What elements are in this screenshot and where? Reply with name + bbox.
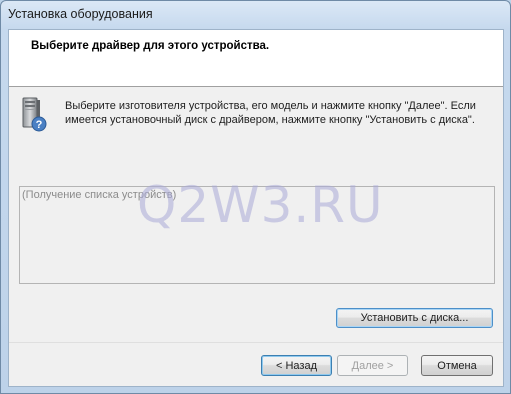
instruction-line-1: Выберите изготовителя устройства, его мо… <box>65 100 476 112</box>
page-title: Выберите драйвер для этого устройства. <box>31 40 270 52</box>
title-bar[interactable]: Установка оборудования <box>1 1 510 28</box>
svg-text:?: ? <box>36 119 43 131</box>
have-disk-button[interactable]: Установить с диска... <box>336 308 493 328</box>
instruction-line-2: имеется установочный диск с драйвером, н… <box>65 114 475 126</box>
next-button[interactable]: Далее > <box>337 355 408 376</box>
hardware-setup-window: Установка оборудования Выберите драйвер … <box>0 0 511 394</box>
wizard-client-area: Выберите драйвер для этого устройства. ? <box>8 29 504 387</box>
hardware-icon: ? <box>20 97 50 133</box>
device-list-status: (Получение списка устройств) <box>22 189 177 201</box>
instruction-text: Выберите изготовителя устройства, его мо… <box>65 99 495 127</box>
window-title: Установка оборудования <box>8 7 153 21</box>
device-list[interactable]: (Получение списка устройств) <box>19 186 495 284</box>
wizard-header: Выберите драйвер для этого устройства. <box>9 30 503 87</box>
cancel-button[interactable]: Отмена <box>421 355 493 376</box>
back-button[interactable]: < Назад <box>261 355 332 376</box>
